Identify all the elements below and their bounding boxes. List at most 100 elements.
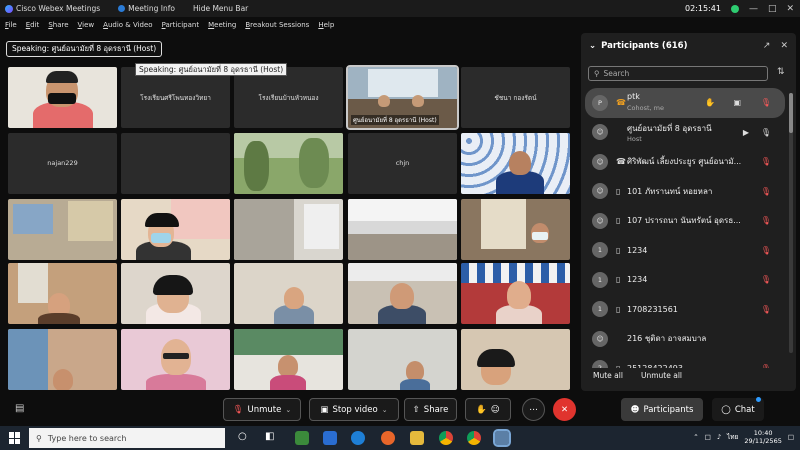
video-tile[interactable] xyxy=(234,263,343,324)
scrollbar-thumb[interactable] xyxy=(789,93,793,133)
participant-row[interactable]: ☺ ▯ 107 ปรารถนา นันทรัตน์ อุดรธ... 🎙 xyxy=(581,206,789,236)
video-tile[interactable] xyxy=(121,199,230,260)
video-tile[interactable] xyxy=(461,329,570,390)
participant-row[interactable]: ☺ 216 ชุติดา อาจสมบาล xyxy=(581,324,789,354)
menu-view[interactable]: View xyxy=(78,21,95,29)
video-tile[interactable] xyxy=(234,329,343,390)
share-button[interactable]: ⇧ Share xyxy=(404,398,457,421)
video-tile[interactable] xyxy=(234,199,343,260)
clock[interactable]: 10:40 29/11/2565 xyxy=(744,429,781,445)
file-explorer-icon[interactable] xyxy=(410,431,424,445)
video-tile[interactable] xyxy=(8,329,117,390)
video-tile[interactable] xyxy=(8,67,117,128)
participant-row[interactable]: 1 ▯ 1708231561 🎙 xyxy=(581,295,789,325)
webex-taskbar-icon[interactable] xyxy=(493,429,511,447)
video-tile[interactable]: ชัชนา กองรัตน์ xyxy=(461,67,570,128)
browser-icon[interactable] xyxy=(351,431,365,445)
video-tile[interactable]: chjn xyxy=(348,133,457,194)
participants-header[interactable]: ⌄ Participants (616) xyxy=(589,41,687,51)
firefox-icon[interactable] xyxy=(381,431,395,445)
video-tile[interactable] xyxy=(461,263,570,324)
language-indicator[interactable]: ไทย xyxy=(727,432,738,442)
speaking-indicator: Speaking: ศูนย์อนามัยที่ 8 อุดรธานี (Hos… xyxy=(6,41,163,57)
menu-share[interactable]: Share xyxy=(48,21,68,29)
maximize-icon[interactable]: □ xyxy=(768,4,777,14)
menu-file[interactable]: File xyxy=(5,21,17,29)
notification-icon[interactable]: □ xyxy=(788,433,794,441)
participant-row[interactable]: 1 ▯ 1234 🎙 xyxy=(581,236,789,266)
pop-out-icon[interactable]: ↗ xyxy=(763,41,771,51)
participant-row[interactable]: 1 ▯ 1234 🎙 xyxy=(581,265,789,295)
chevron-down-icon[interactable]: ⌄ xyxy=(382,406,388,414)
participant-row[interactable]: ☺ ☎ ศิริพัฒน์ เลี้ยงประยูร ศูนย์อนามั...… xyxy=(581,147,789,177)
mic-muted-icon[interactable]: 🎙 xyxy=(761,157,771,166)
participant-search-input[interactable]: ⚲ Search xyxy=(588,66,768,81)
mic-muted-icon[interactable]: 🎙 xyxy=(761,305,771,314)
menu-help[interactable]: Help xyxy=(318,21,334,29)
video-tile[interactable] xyxy=(348,329,457,390)
mute-all-button[interactable]: Mute all xyxy=(593,371,623,380)
chrome-icon[interactable] xyxy=(439,431,453,445)
chrome-profile-icon[interactable] xyxy=(467,431,481,445)
menu-audio-video[interactable]: Audio & Video xyxy=(103,21,152,29)
participant-row[interactable]: 2 ▯ 25128422493 🎙 xyxy=(581,354,789,368)
participants-toggle-button[interactable]: ☻ Participants xyxy=(621,398,703,421)
spreadsheet-app-icon[interactable] xyxy=(295,431,309,445)
menu-participant[interactable]: Participant xyxy=(162,21,200,29)
video-tile[interactable] xyxy=(461,199,570,260)
stop-video-button[interactable]: ▣ Stop video ⌄ xyxy=(309,398,399,421)
video-off-icon[interactable]: ▣ xyxy=(733,98,741,107)
minimize-icon[interactable]: — xyxy=(749,4,758,14)
cortana-icon[interactable]: ○ xyxy=(238,431,247,442)
chevron-down-icon[interactable]: ⌄ xyxy=(589,41,596,51)
mic-muted-icon[interactable]: 🎙 xyxy=(761,275,771,284)
video-tile[interactable] xyxy=(121,133,230,194)
menu-edit[interactable]: Edit xyxy=(26,21,40,29)
participant-row[interactable]: ☺ ศูนย์อนามัยที่ 8 อุดรธานี Host ▶ 🎙 xyxy=(581,118,789,148)
video-tile[interactable] xyxy=(461,133,570,194)
mic-muted-icon[interactable]: 🎙 xyxy=(761,187,771,196)
leave-meeting-button[interactable]: ✕ xyxy=(553,398,576,421)
participant-row[interactable]: P ☎ ptk Cohost, me ✋ ▣ 🎙 xyxy=(585,88,785,118)
edge-icon[interactable] xyxy=(323,431,337,445)
video-tile-active-speaker[interactable]: ศูนย์อนามัยที่ 8 อุดรธานี (Host) xyxy=(346,65,459,130)
video-tile[interactable]: โรงเรียนศรีโพนทองวิทยา xyxy=(121,67,230,128)
menu-meeting[interactable]: Meeting xyxy=(208,21,236,29)
task-view-icon[interactable]: ◧ xyxy=(265,431,274,442)
emoji-icon[interactable]: ☺ xyxy=(491,405,500,415)
windows-start-icon[interactable] xyxy=(9,432,21,444)
hand-icon[interactable]: ✋ xyxy=(705,98,715,107)
video-tile[interactable] xyxy=(348,263,457,324)
video-icon[interactable]: ▶ xyxy=(743,128,749,137)
close-panel-icon[interactable]: ✕ xyxy=(780,41,788,51)
meeting-info-button[interactable]: Meeting Info xyxy=(118,4,175,13)
raise-hand-icon[interactable]: ✋ xyxy=(476,405,487,415)
hide-menu-bar-button[interactable]: Hide Menu Bar xyxy=(193,4,248,13)
mic-muted-icon[interactable]: 🎙 xyxy=(761,98,771,107)
mic-on-icon[interactable]: 🎙 xyxy=(761,128,771,137)
video-tile[interactable] xyxy=(234,133,343,194)
more-options-button[interactable]: ⋯ xyxy=(522,398,545,421)
unmute-button[interactable]: 🎙 Unmute ⌄ xyxy=(223,398,301,421)
video-tile[interactable] xyxy=(8,199,117,260)
video-tile[interactable]: โรงเรียนบ้านหัวหนอง xyxy=(234,67,343,128)
chevron-down-icon[interactable]: ⌄ xyxy=(285,406,291,414)
volume-icon[interactable]: ♪ xyxy=(717,433,721,441)
close-icon[interactable]: ✕ xyxy=(786,4,794,14)
video-tile[interactable] xyxy=(348,199,457,260)
taskbar-search-input[interactable]: ⚲ Type here to search xyxy=(29,428,225,448)
mic-muted-icon[interactable]: 🎙 xyxy=(761,364,771,368)
video-tile[interactable] xyxy=(8,263,117,324)
menu-breakout-sessions[interactable]: Breakout Sessions xyxy=(245,21,309,29)
network-icon[interactable]: □ xyxy=(705,433,711,441)
unmute-all-button[interactable]: Unmute all xyxy=(641,371,682,380)
captions-icon[interactable]: ▤ xyxy=(15,403,24,414)
mic-muted-icon[interactable]: 🎙 xyxy=(761,246,771,255)
video-tile[interactable]: najan229 xyxy=(8,133,117,194)
mic-muted-icon[interactable]: 🎙 xyxy=(761,216,771,225)
sort-icon[interactable]: ⇅ xyxy=(777,67,785,77)
video-tile[interactable] xyxy=(121,263,230,324)
chevron-up-icon[interactable]: ⌃ xyxy=(693,433,698,441)
participant-row[interactable]: ☺ ▯ 101 ภัทรานทน์ หอยหลา 🎙 xyxy=(581,177,789,207)
video-tile[interactable] xyxy=(121,329,230,390)
